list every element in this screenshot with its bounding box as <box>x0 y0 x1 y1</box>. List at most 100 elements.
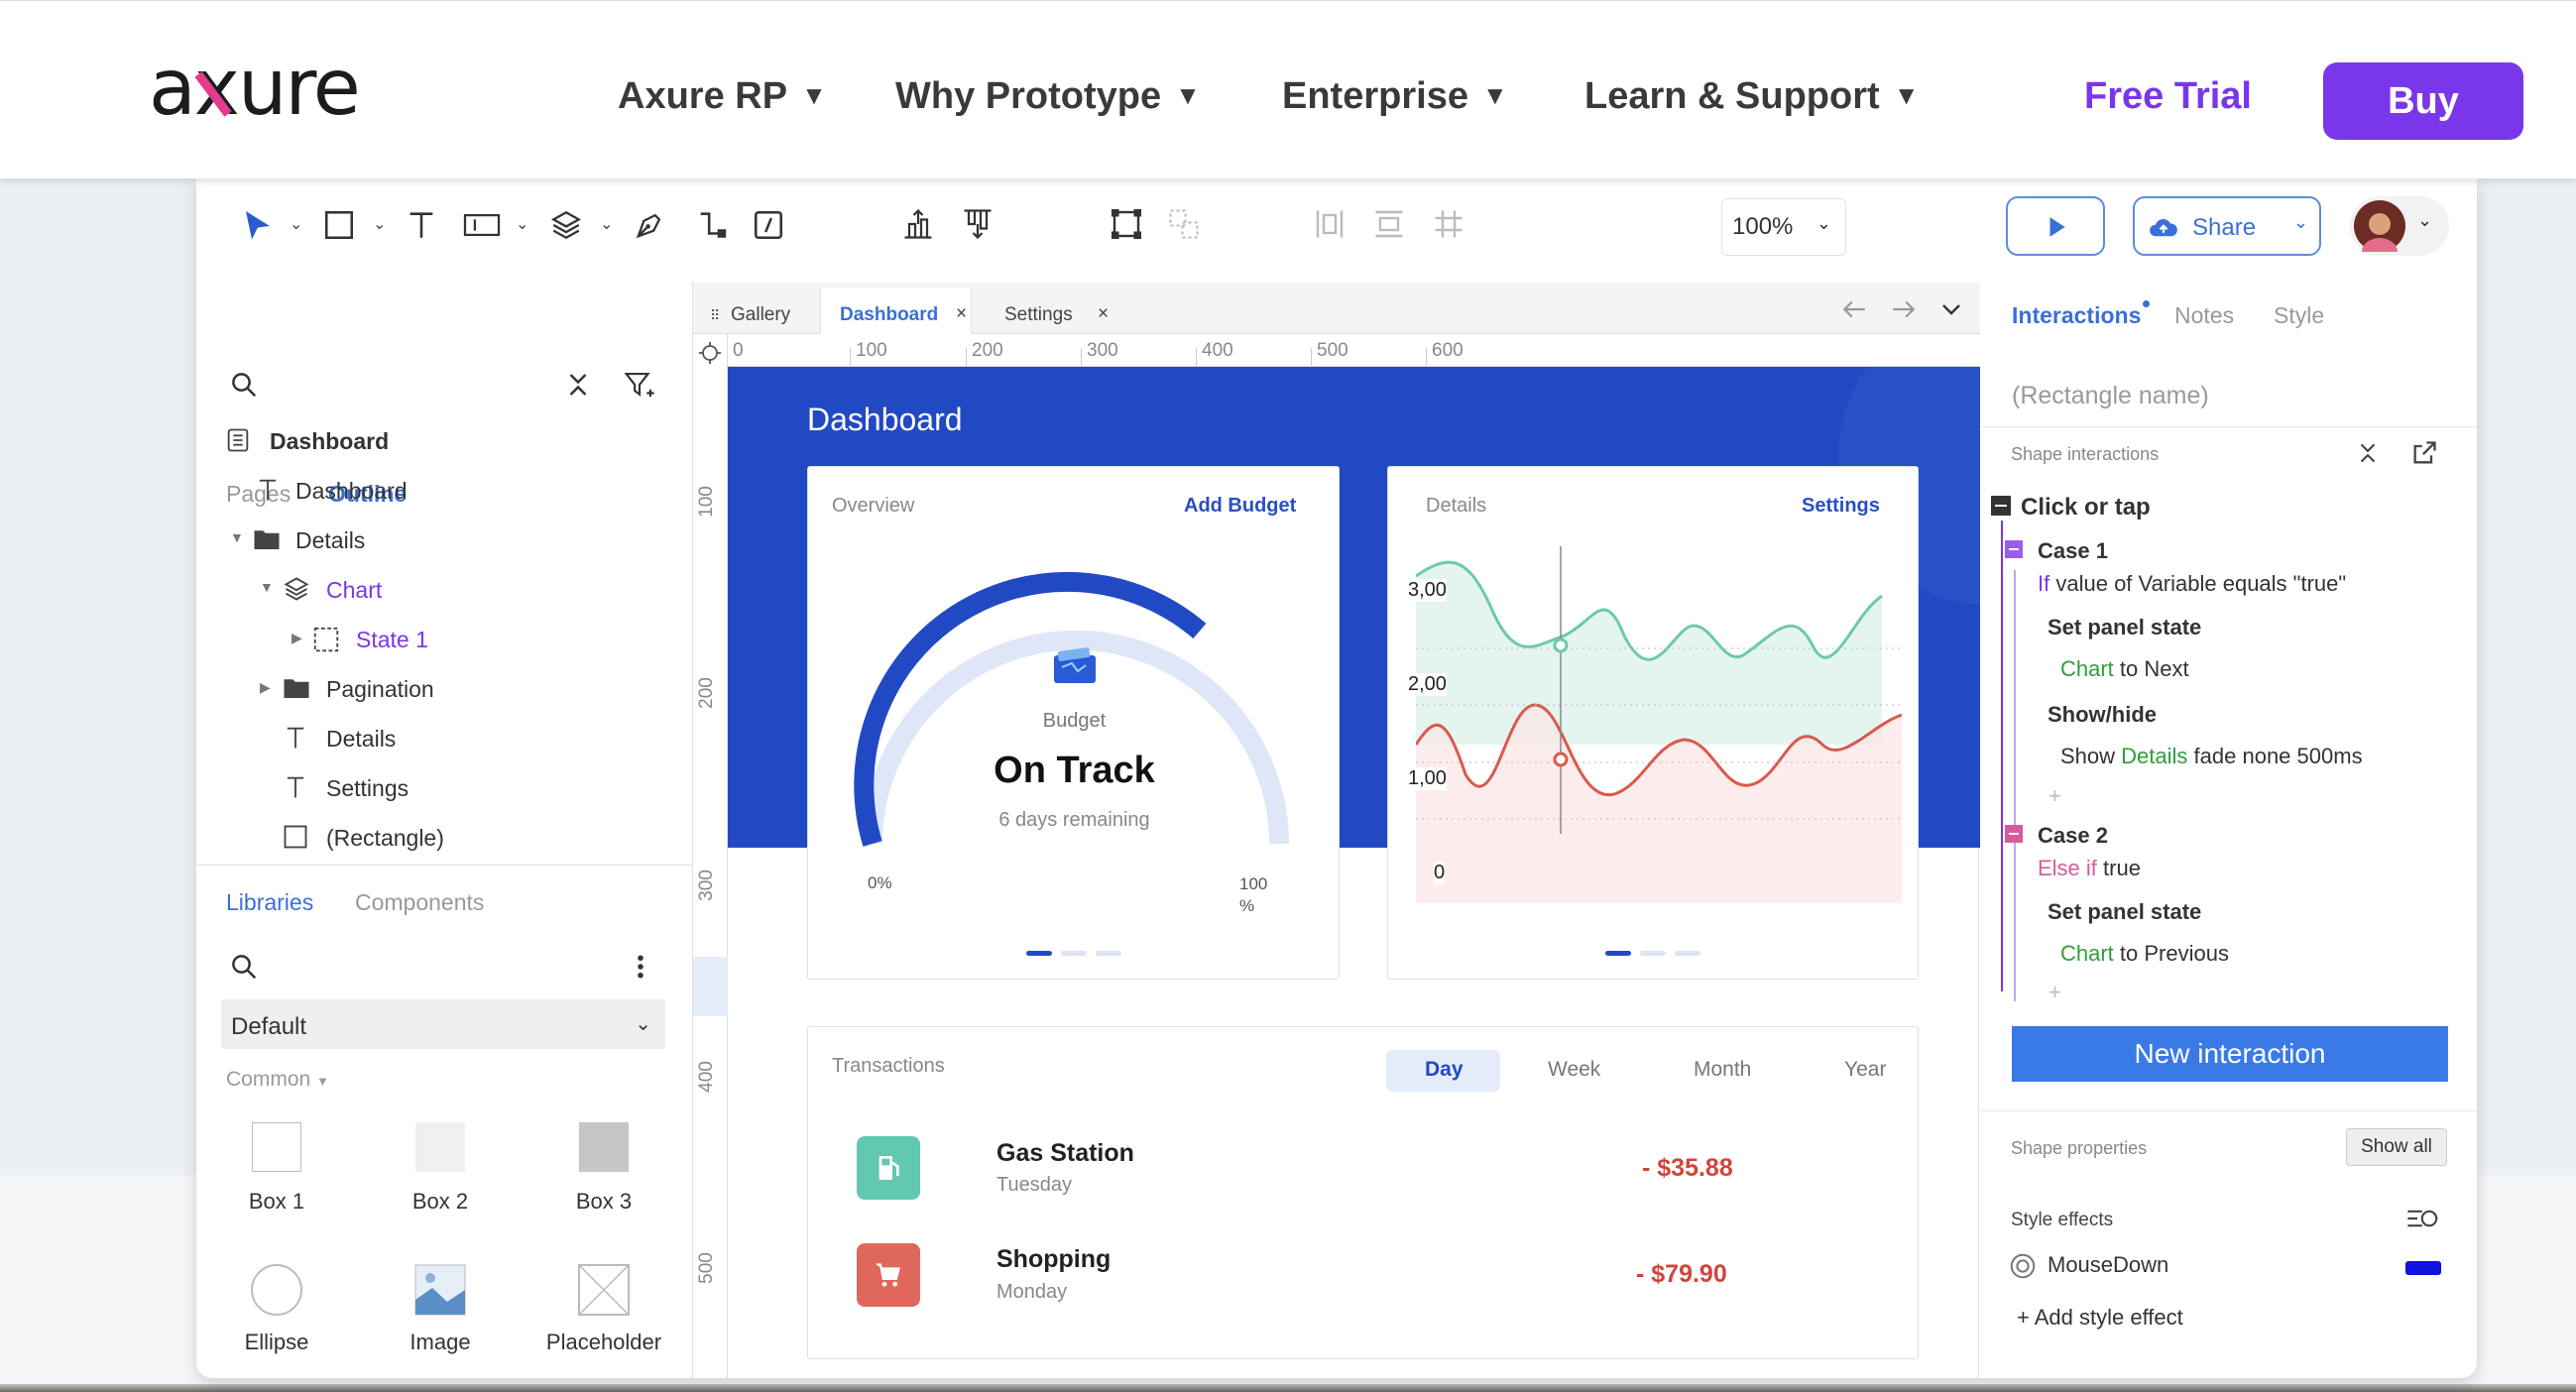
grid-icon[interactable] <box>1431 206 1466 242</box>
tab-gallery[interactable]: Gallery <box>731 304 790 326</box>
nav-learn-support[interactable]: Learn & Support ▼ <box>1584 75 1919 118</box>
overview-card[interactable]: Overview Add Budget Budget On Track 6 da… <box>807 466 1340 980</box>
case2-title[interactable]: Case 2 <box>2038 823 2108 849</box>
case1-target1[interactable]: Chart to Next <box>2060 656 2189 682</box>
layers-tool-icon[interactable] <box>549 208 583 242</box>
pager-dot[interactable] <box>1061 951 1087 956</box>
pen-tool-icon[interactable] <box>633 208 666 242</box>
ungroup-icon[interactable] <box>1166 206 1202 242</box>
expand-state-caret[interactable]: ▶ <box>292 630 302 646</box>
case1-add-action[interactable]: + <box>2049 783 2061 809</box>
filter-icon[interactable] <box>623 370 656 400</box>
expand-chart-caret[interactable]: ▼ <box>260 579 274 595</box>
widget-box3[interactable] <box>579 1122 629 1172</box>
event-click-or-tap[interactable]: Click or tap <box>2021 494 2151 522</box>
tab-interactions[interactable]: Interactions <box>2012 302 2141 329</box>
outline-item-rectangle[interactable]: (Rectangle) <box>326 825 444 852</box>
new-interaction-button[interactable]: New interaction <box>2012 1026 2448 1082</box>
period-week[interactable]: Week <box>1548 1058 1600 1082</box>
case2-action-set-panel[interactable]: Set panel state <box>2048 899 2201 925</box>
tab-style[interactable]: Style <box>2274 302 2324 329</box>
outline-item-dashboard-text[interactable]: Dashboard <box>295 478 408 505</box>
mousedown-effect[interactable]: MouseDown <box>2048 1252 2168 1278</box>
external-link-icon[interactable] <box>2409 439 2439 467</box>
axure-logo[interactable]: axure <box>149 53 387 122</box>
tab-notes[interactable]: Notes <box>2174 302 2234 329</box>
case1-action-show-hide[interactable]: Show/hide <box>2048 702 2157 728</box>
outline-item-dashboard-page[interactable]: Dashboard <box>270 428 389 455</box>
case2-collapse-icon[interactable] <box>2005 825 2023 843</box>
free-trial-link[interactable]: Free Trial <box>2084 75 2252 118</box>
add-style-effect-link[interactable]: + Add style effect <box>2017 1305 2183 1331</box>
send-back-icon[interactable] <box>960 206 995 242</box>
hotspot-tool-icon[interactable] <box>752 208 785 242</box>
preview-button[interactable] <box>2006 196 2105 256</box>
distribute-vertical-icon[interactable] <box>1371 206 1407 242</box>
collapse-all-icon[interactable] <box>563 370 593 400</box>
period-year[interactable]: Year <box>1844 1058 1886 1082</box>
period-day[interactable]: Day <box>1425 1058 1464 1082</box>
outline-item-details-text[interactable]: Details <box>326 726 396 753</box>
case1-target2[interactable]: Show Details fade none 500ms <box>2060 744 2363 769</box>
library-select[interactable]: Default ⌄ <box>221 999 665 1049</box>
case2-target1[interactable]: Chart to Previous <box>2060 941 2229 967</box>
pager-dot-active[interactable] <box>1026 951 1052 956</box>
mousedown-color-swatch[interactable] <box>2405 1261 2441 1275</box>
expand-details-caret[interactable]: ▼ <box>230 529 244 545</box>
connector-tool-icon[interactable] <box>695 208 729 242</box>
show-all-button[interactable]: Show all <box>2346 1128 2447 1166</box>
outline-item-state-1[interactable]: State 1 <box>356 627 428 653</box>
forward-arrow-icon[interactable] <box>1891 298 1917 320</box>
tab-libraries[interactable]: Libraries <box>226 889 313 916</box>
event-collapse-icon[interactable] <box>1991 496 2011 516</box>
placeholder-icon[interactable] <box>576 1262 632 1318</box>
rectangle-caret[interactable]: ⌄ <box>373 214 386 234</box>
pager-dot-active[interactable] <box>1605 951 1631 956</box>
transactions-card[interactable]: Transactions Day Week Month Year Gas Sta… <box>807 1026 1919 1359</box>
tabs-menu-chevron-icon[interactable] <box>1940 302 1962 316</box>
input-caret[interactable]: ⌄ <box>516 214 528 234</box>
case1-action-set-panel[interactable]: Set panel state <box>2048 615 2201 640</box>
buy-button[interactable]: Buy <box>2323 62 2523 140</box>
widget-ellipse[interactable] <box>249 1262 304 1318</box>
search-icon[interactable] <box>229 370 259 400</box>
shape-name-input[interactable]: (Rectangle name) <box>2012 382 2448 423</box>
group-icon[interactable] <box>1109 206 1144 242</box>
pointer-caret[interactable]: ⌄ <box>290 214 302 234</box>
text-tool-icon[interactable] <box>405 208 438 242</box>
close-tab-dashboard-icon[interactable]: × <box>956 303 967 325</box>
pager-dot[interactable] <box>1675 951 1700 956</box>
outline-item-pagination[interactable]: Pagination <box>326 676 434 703</box>
nav-enterprise[interactable]: Enterprise ▼ <box>1282 75 1508 118</box>
pager-dot[interactable] <box>1640 951 1666 956</box>
layers-caret[interactable]: ⌄ <box>600 214 613 234</box>
bring-front-icon[interactable] <box>900 206 936 242</box>
outline-item-details-folder[interactable]: Details <box>295 527 365 554</box>
user-menu[interactable]: ⌄ <box>2350 196 2449 256</box>
case1-collapse-icon[interactable] <box>2005 540 2023 558</box>
distribute-horizontal-icon[interactable] <box>1312 206 1347 242</box>
image-icon[interactable] <box>412 1262 468 1318</box>
collapse-icon[interactable] <box>2355 439 2381 467</box>
pager-dot[interactable] <box>1096 951 1121 956</box>
common-section-label[interactable]: Common ▼ <box>226 1068 329 1092</box>
tab-settings-page[interactable]: Settings <box>1004 304 1073 326</box>
outline-item-chart[interactable]: Chart <box>326 577 382 604</box>
close-tab-settings-icon[interactable]: × <box>1098 303 1109 325</box>
share-button[interactable]: Share ⌄ <box>2133 196 2321 256</box>
widget-box2[interactable] <box>415 1122 465 1172</box>
case2-add-action[interactable]: + <box>2049 980 2061 1005</box>
add-budget-link[interactable]: Add Budget <box>1184 495 1296 518</box>
tab-dashboard[interactable]: Dashboard <box>840 304 938 326</box>
zoom-select[interactable]: 100% ⌄ <box>1721 198 1846 256</box>
rectangle-tool-icon[interactable] <box>322 208 356 242</box>
case1-title[interactable]: Case 1 <box>2038 538 2108 564</box>
period-month[interactable]: Month <box>1694 1058 1751 1082</box>
nav-why-prototype[interactable]: Why Prototype ▼ <box>895 75 1201 118</box>
settings-link[interactable]: Settings <box>1802 495 1880 518</box>
expand-pagination-caret[interactable]: ▶ <box>260 679 271 696</box>
details-card[interactable]: Details Settings 3,00 2,00 1,00 0 <box>1387 466 1919 980</box>
more-options-icon[interactable] <box>629 952 652 982</box>
pointer-icon[interactable] <box>240 208 276 244</box>
input-tool-icon[interactable] <box>462 208 502 242</box>
